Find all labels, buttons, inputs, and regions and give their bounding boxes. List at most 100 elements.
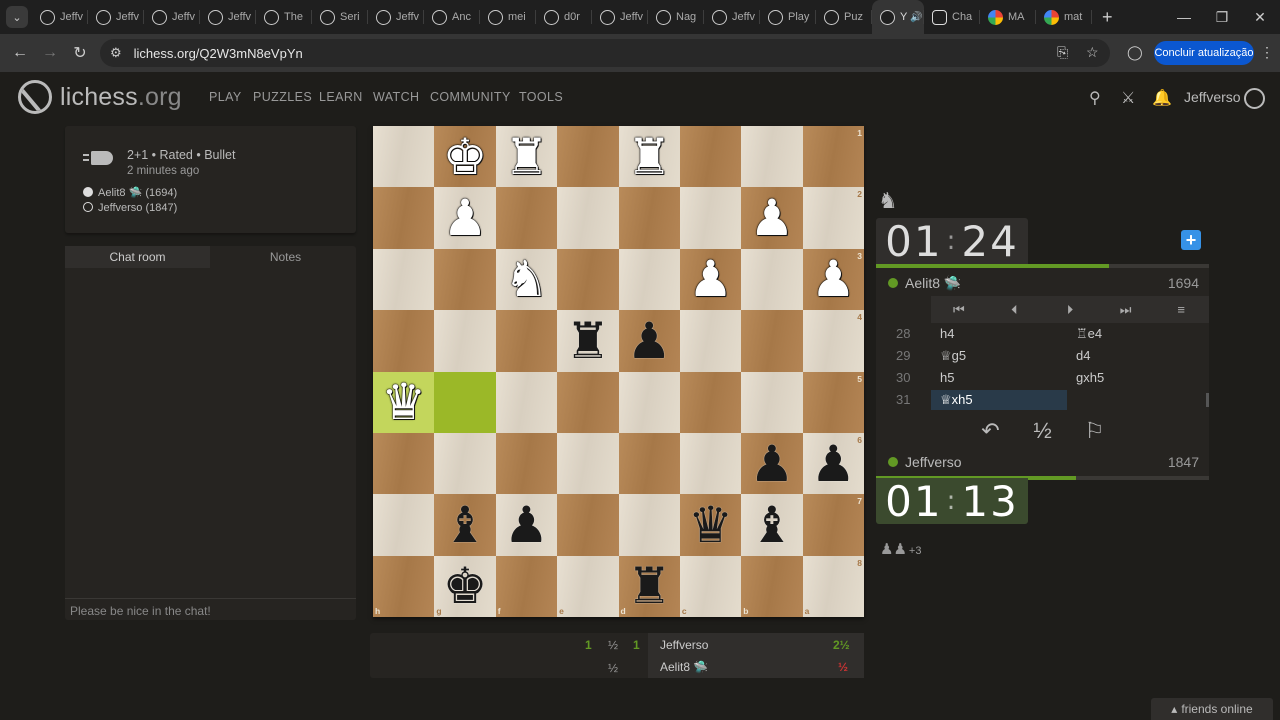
board-square[interactable] bbox=[679, 126, 742, 188]
board-square[interactable] bbox=[495, 432, 558, 495]
takeback-icon[interactable]: ↶ bbox=[965, 418, 1017, 444]
browser-tab[interactable]: Y🔊✕ bbox=[872, 0, 924, 34]
black-piece[interactable]: ♟ bbox=[750, 439, 795, 489]
profile-icon[interactable]: ◯ bbox=[1127, 44, 1143, 61]
board-square[interactable]: ♟ bbox=[434, 187, 496, 249]
browser-tab[interactable]: MA bbox=[980, 0, 1036, 34]
white-piece[interactable]: ♚ bbox=[443, 132, 488, 182]
menu-button[interactable]: ≡ bbox=[1153, 296, 1209, 323]
maximize-button[interactable]: ❐ bbox=[1203, 0, 1241, 34]
white-piece[interactable]: ♞ bbox=[504, 254, 549, 304]
browser-tab[interactable]: Play bbox=[760, 0, 816, 34]
board-square[interactable]: 7 bbox=[802, 494, 864, 556]
board-square[interactable]: ♞ bbox=[495, 248, 558, 311]
nav-watch[interactable]: WATCH bbox=[373, 90, 419, 104]
move-black[interactable]: gxh5 bbox=[1076, 370, 1104, 385]
board-square[interactable]: ♟ bbox=[679, 248, 742, 311]
nav-community[interactable]: COMMUNITY bbox=[430, 90, 511, 104]
bookmark-star-icon[interactable]: ☆ bbox=[1086, 44, 1099, 61]
board-square[interactable]: ♟ bbox=[741, 187, 803, 249]
board-square[interactable] bbox=[495, 371, 558, 433]
browser-tab[interactable]: Nag bbox=[648, 0, 704, 34]
offer-draw-button[interactable]: ½ bbox=[1017, 418, 1069, 444]
search-icon[interactable]: ⚲ bbox=[1089, 88, 1101, 108]
swords-icon[interactable]: ⚔ bbox=[1121, 88, 1135, 108]
board-square[interactable]: 2 bbox=[802, 187, 864, 249]
audio-icon[interactable]: 🔊 bbox=[910, 12, 922, 23]
opponent-name[interactable]: Aelit8 🛸 bbox=[888, 275, 961, 292]
board-square[interactable] bbox=[557, 126, 619, 188]
browser-tab[interactable]: Jeffv bbox=[368, 0, 424, 34]
board-square[interactable] bbox=[434, 248, 496, 311]
board-square[interactable] bbox=[495, 310, 558, 372]
move-black[interactable]: ♖e4 bbox=[1076, 326, 1102, 342]
prev-move-button[interactable]: ⏴ bbox=[987, 296, 1043, 323]
next-move-button[interactable]: ⏵ bbox=[1042, 296, 1098, 323]
white-piece[interactable]: ♟ bbox=[750, 193, 795, 243]
move-white[interactable]: h4 bbox=[931, 324, 1067, 343]
board-square[interactable] bbox=[741, 248, 803, 311]
black-piece[interactable]: ♜ bbox=[627, 561, 672, 611]
board-square[interactable] bbox=[618, 187, 680, 249]
black-piece[interactable]: ♟ bbox=[504, 500, 549, 550]
board-square[interactable] bbox=[373, 432, 435, 495]
lichess-logo[interactable]: lichess.org bbox=[18, 80, 182, 114]
white-piece[interactable]: ♟ bbox=[811, 254, 856, 304]
move-black[interactable]: d4 bbox=[1076, 348, 1090, 363]
xt-score-3[interactable]: 1 bbox=[633, 638, 640, 652]
tab-search-dropdown[interactable]: ⌄ bbox=[6, 6, 28, 28]
board-square[interactable]: ♟ 6 bbox=[802, 432, 864, 495]
black-piece[interactable]: ♝ bbox=[750, 500, 795, 550]
board-square[interactable]: ♟ 3 bbox=[802, 248, 864, 311]
nav-learn[interactable]: LEARN bbox=[319, 90, 363, 104]
white-piece[interactable]: ♜ bbox=[504, 132, 549, 182]
browser-tab[interactable]: Jeffv bbox=[88, 0, 144, 34]
tab-notes[interactable]: Notes bbox=[215, 246, 356, 268]
board-square[interactable]: ♚ bbox=[434, 126, 496, 188]
browser-tab[interactable]: Cha bbox=[924, 0, 980, 34]
browser-tab[interactable]: Jeffv bbox=[144, 0, 200, 34]
board-square[interactable]: b bbox=[741, 555, 803, 617]
close-window-button[interactable]: ✕ bbox=[1241, 0, 1279, 34]
minimize-button[interactable]: — bbox=[1165, 0, 1203, 34]
install-app-icon[interactable]: ⎘ bbox=[1057, 44, 1068, 61]
friends-online-button[interactable]: ▴ friends online bbox=[1151, 698, 1273, 720]
nav-play[interactable]: PLAY bbox=[209, 90, 242, 104]
board-square[interactable] bbox=[618, 371, 680, 433]
board-square[interactable] bbox=[557, 432, 619, 495]
browser-tab[interactable]: Jeffv bbox=[592, 0, 648, 34]
board-square[interactable] bbox=[741, 371, 803, 433]
white-piece[interactable]: ♛ bbox=[381, 377, 426, 427]
board-square[interactable] bbox=[618, 248, 680, 311]
board-square[interactable]: ♝ bbox=[741, 494, 803, 556]
black-piece[interactable]: ♛ bbox=[688, 500, 733, 550]
add-time-button[interactable]: + bbox=[1181, 230, 1201, 250]
browser-tab[interactable]: Jeffv bbox=[704, 0, 760, 34]
browser-tab[interactable]: Jeffv bbox=[200, 0, 256, 34]
xt-player-1[interactable]: Jeffverso bbox=[660, 638, 708, 652]
black-piece[interactable]: ♜ bbox=[565, 316, 610, 366]
board-square[interactable] bbox=[618, 494, 680, 556]
back-button[interactable]: ← bbox=[5, 44, 35, 62]
browser-tab[interactable]: Puz bbox=[816, 0, 872, 34]
board-square[interactable]: ♝ bbox=[434, 494, 496, 556]
board-square[interactable] bbox=[434, 432, 496, 495]
black-piece[interactable]: ♚ bbox=[443, 561, 488, 611]
black-player-line[interactable]: Jeffverso (1847) bbox=[83, 202, 177, 214]
xt-score-4[interactable]: ½ bbox=[608, 661, 618, 675]
browser-tab[interactable]: Seri bbox=[312, 0, 368, 34]
board-square[interactable]: ♜ bbox=[495, 126, 558, 188]
board-square[interactable]: 8a bbox=[802, 555, 864, 617]
user-menu[interactable]: Jeffverso bbox=[1184, 89, 1241, 105]
board-square[interactable]: ♛ bbox=[679, 494, 742, 556]
board-square[interactable]: 5 bbox=[802, 371, 864, 433]
xt-player-2[interactable]: Aelit8 🛸 bbox=[660, 660, 708, 674]
first-move-button[interactable]: ⏮ bbox=[931, 296, 987, 323]
white-piece[interactable]: ♟ bbox=[688, 254, 733, 304]
white-player-line[interactable]: Aelit8 🛸 (1694) bbox=[83, 186, 177, 199]
board-square[interactable] bbox=[373, 248, 435, 311]
nav-puzzles[interactable]: PUZZLES bbox=[253, 90, 312, 104]
reload-button[interactable]: ↻ bbox=[65, 43, 95, 63]
board-square[interactable]: e bbox=[557, 555, 619, 617]
black-piece[interactable]: ♟ bbox=[811, 439, 856, 489]
